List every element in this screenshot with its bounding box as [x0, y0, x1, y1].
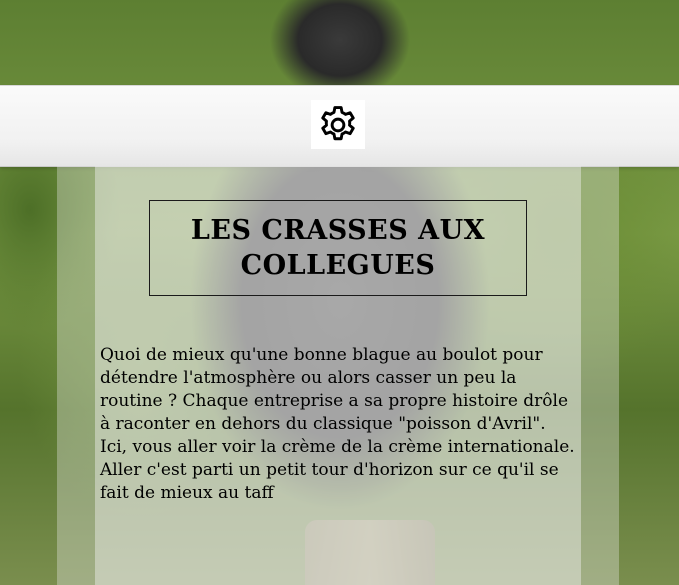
gear-icon	[321, 105, 355, 140]
title-box: LES CRASSES AUX COLLEGUES	[149, 200, 527, 296]
page-title: LES CRASSES AUX COLLEGUES	[190, 215, 486, 281]
intro-paragraph: Quoi de mieux qu'une bonne blague au bou…	[100, 345, 575, 503]
settings-button[interactable]	[311, 100, 365, 149]
